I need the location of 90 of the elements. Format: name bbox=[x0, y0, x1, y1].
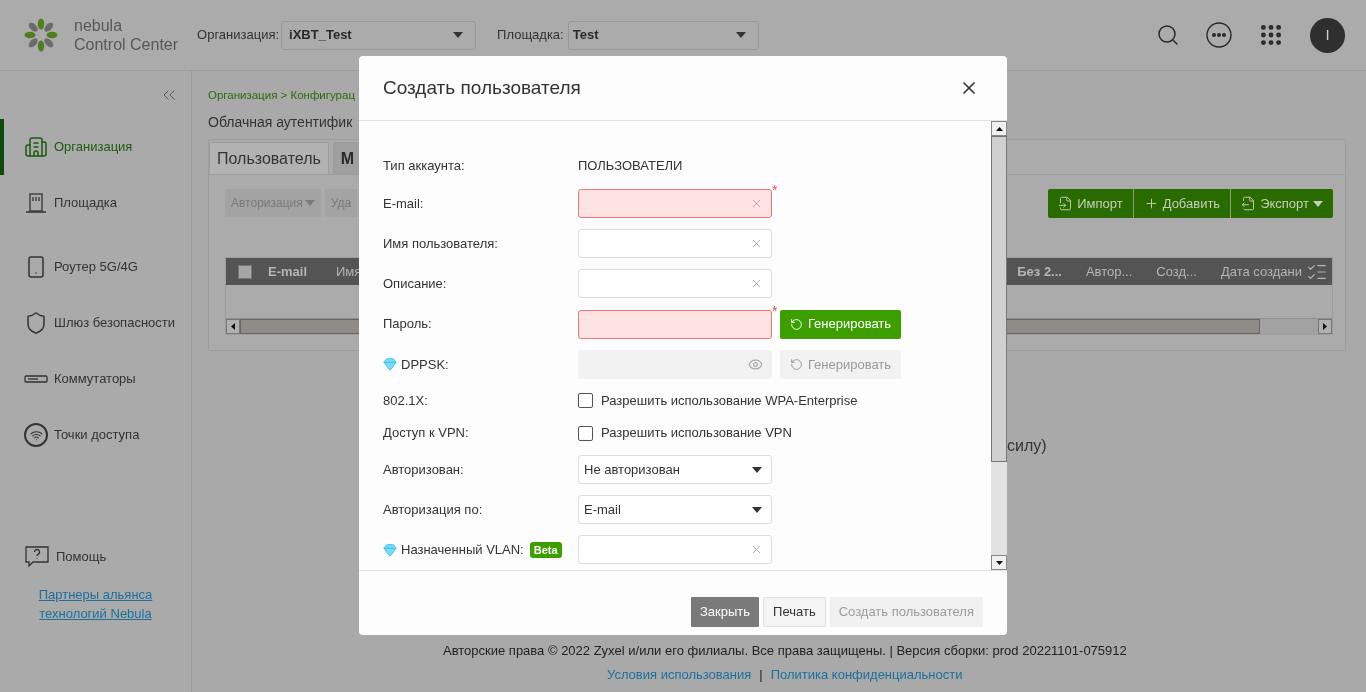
vertical-scrollbar[interactable] bbox=[991, 121, 1007, 570]
required-mark: * bbox=[772, 303, 779, 318]
scroll-left-icon[interactable] bbox=[226, 319, 240, 335]
column-header[interactable]: Без 2... bbox=[1017, 262, 1062, 282]
link-separator: | bbox=[759, 665, 763, 684]
select-value: Не авторизован bbox=[584, 460, 680, 479]
field-label: Тип аккаунта: bbox=[383, 156, 465, 175]
sidebar-item[interactable]: Коммутаторы bbox=[0, 351, 191, 407]
sidebar-item[interactable]: Площадка bbox=[0, 175, 191, 231]
more-icon[interactable] bbox=[1206, 22, 1232, 48]
scroll-up-icon[interactable] bbox=[991, 121, 1007, 136]
field-label: Назначенный VLAN: bbox=[401, 541, 524, 560]
select-field[interactable]: E-mail bbox=[578, 495, 772, 525]
caret-icon bbox=[304, 200, 315, 207]
logo-icon bbox=[24, 18, 58, 52]
access-point-icon bbox=[24, 423, 48, 447]
beta-badge: Beta bbox=[529, 541, 562, 558]
plus-icon bbox=[1143, 196, 1159, 212]
checkbox-label[interactable]: Разрешить использование VPN bbox=[601, 423, 792, 443]
scrollbar-thumb[interactable] bbox=[991, 136, 1007, 462]
dialog-button[interactable]: Печать bbox=[763, 597, 826, 627]
toolbar-button[interactable]: Экспорт bbox=[1230, 189, 1333, 219]
field-value: ПОЛЬЗОВАТЕЛИ bbox=[578, 156, 683, 175]
select-value: Test bbox=[572, 26, 599, 45]
site-select[interactable]: Test bbox=[567, 20, 759, 50]
terms-link[interactable]: Условия использования bbox=[607, 664, 752, 684]
checkbox[interactable] bbox=[578, 425, 593, 441]
dialog-title: Создать пользователя bbox=[383, 75, 581, 100]
scroll-down-icon[interactable] bbox=[991, 555, 1007, 570]
shield-icon bbox=[24, 311, 48, 335]
logo-text: nebula bbox=[74, 16, 124, 35]
avatar[interactable]: I bbox=[1310, 17, 1345, 53]
file-import-icon bbox=[1058, 196, 1074, 212]
page-title: Облачная аутентифик bbox=[208, 113, 353, 133]
partner-link[interactable]: Партнеры альянса технологий Nebula bbox=[38, 585, 153, 623]
org-select[interactable]: iXBT_Test bbox=[281, 20, 477, 50]
generate-button[interactable]: Генерировать bbox=[780, 309, 901, 339]
apps-grid-icon[interactable] bbox=[1258, 22, 1284, 48]
logo-text: Control Center bbox=[74, 35, 179, 54]
select-value: iXBT_Test bbox=[289, 26, 352, 45]
field-label: Имя пользователя: bbox=[383, 234, 498, 253]
select-field[interactable]: Не авторизован bbox=[578, 455, 772, 484]
checkbox[interactable] bbox=[238, 264, 252, 279]
text-field[interactable] bbox=[578, 189, 772, 218]
password-field[interactable] bbox=[578, 309, 772, 339]
sidebar-item[interactable]: Помощь bbox=[0, 540, 191, 574]
field-label: DPPSK: bbox=[401, 355, 449, 374]
tab[interactable]: Пользователь bbox=[209, 142, 329, 175]
field-label: Описание: bbox=[383, 275, 447, 294]
field-label: Авторизован: bbox=[383, 460, 464, 479]
caret-icon bbox=[752, 466, 762, 473]
search-icon[interactable] bbox=[1156, 23, 1180, 47]
sidebar-item[interactable]: Организация bbox=[0, 119, 191, 175]
caret-icon bbox=[1313, 200, 1323, 207]
required-mark: * bbox=[772, 183, 779, 198]
column-header[interactable]: Дата создани bbox=[1220, 262, 1302, 282]
checkbox-label[interactable]: Разрешить использование WPA-Enterprise bbox=[601, 390, 858, 411]
toolbar-button[interactable]: Добавить bbox=[1132, 189, 1231, 219]
refresh-icon bbox=[789, 357, 803, 371]
site-label: Площадка: bbox=[497, 26, 564, 45]
select-value: E-mail bbox=[584, 500, 621, 519]
help-icon bbox=[24, 545, 50, 569]
sidebar-item[interactable]: Шлюз безопасности bbox=[0, 295, 191, 351]
caret-icon bbox=[752, 506, 762, 513]
caret-icon bbox=[453, 32, 464, 38]
file-export-icon bbox=[1241, 196, 1257, 212]
field-label: Авторизация по: bbox=[383, 500, 483, 519]
field-label: E-mail: bbox=[383, 194, 424, 213]
clear-icon[interactable] bbox=[750, 197, 763, 210]
column-header[interactable]: E-mail bbox=[268, 262, 336, 282]
caret-icon bbox=[735, 32, 746, 38]
sidebar-item[interactable]: Роутер 5G/4G bbox=[0, 239, 191, 295]
privacy-link[interactable]: Политика конфиденциальности bbox=[770, 664, 963, 684]
refresh-icon bbox=[789, 317, 803, 331]
notice-text: силу) bbox=[1007, 436, 1047, 457]
toolbar-button[interactable]: Импорт bbox=[1048, 189, 1133, 219]
sidebar-item[interactable]: Точки доступа bbox=[0, 407, 191, 463]
column-header[interactable]: Автор... bbox=[1085, 262, 1133, 282]
field-label: Пароль: bbox=[383, 315, 432, 334]
dialog-button[interactable]: Закрыть bbox=[691, 597, 760, 627]
scroll-right-icon[interactable] bbox=[1318, 319, 1332, 335]
building-icon bbox=[24, 135, 48, 159]
breadcrumb[interactable]: Организация > Конфигурац bbox=[208, 87, 355, 105]
field-label: 802.1X: bbox=[383, 391, 428, 410]
field-label: Доступ к VPN: bbox=[383, 424, 469, 443]
checkbox[interactable] bbox=[578, 393, 593, 409]
org-label: Организация: bbox=[197, 26, 280, 45]
column-header[interactable]: Созд... bbox=[1156, 262, 1197, 282]
copyright-text: Авторские права © 2022 Zyxel и/или его филиалы. Все права защищены. | Версия сборки: prod 20221101-075912 bbox=[443, 642, 1128, 660]
kiosk-icon bbox=[24, 191, 48, 215]
